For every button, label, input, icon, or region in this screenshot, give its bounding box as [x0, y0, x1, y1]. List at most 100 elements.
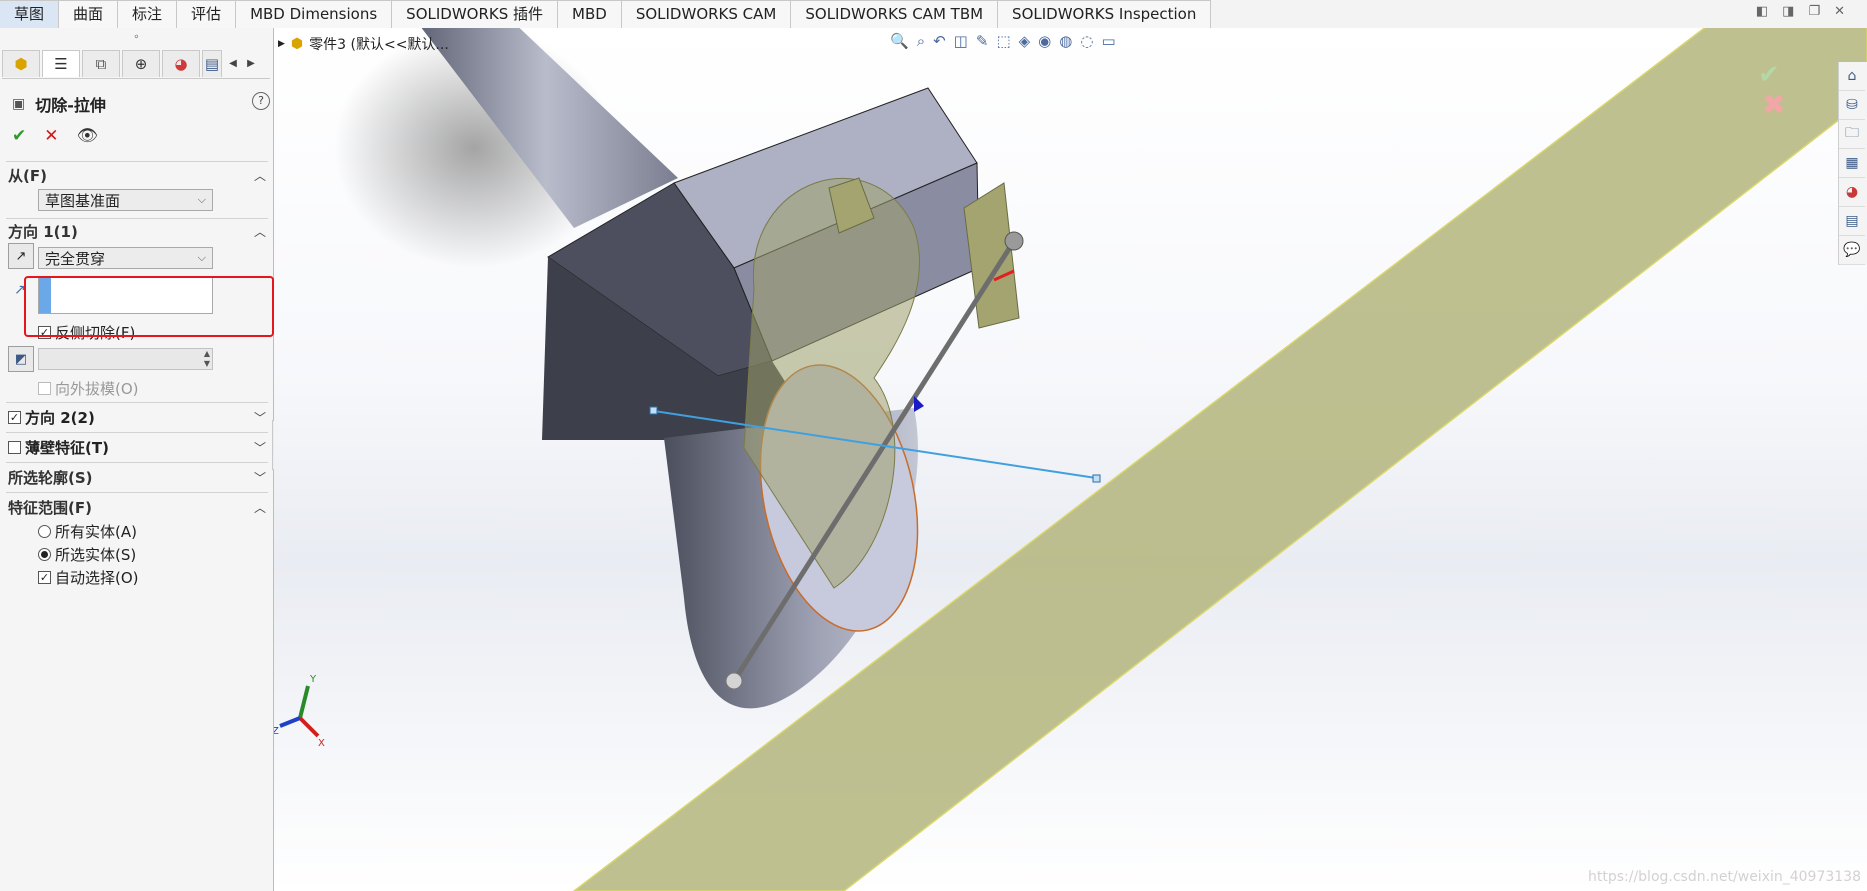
more-tab[interactable]: ▤ [202, 50, 222, 77]
tab-1[interactable]: 曲面 [59, 0, 119, 28]
display-manager-tab[interactable]: ◕ [162, 50, 200, 77]
separator [6, 462, 268, 463]
tab-6[interactable]: MBD [558, 0, 622, 28]
model-graphics [334, 28, 1867, 891]
direction2-checkbox[interactable]: ✓ [8, 410, 21, 424]
tab-5[interactable]: SOLIDWORKS 插件 [392, 0, 559, 28]
all-bodies-option[interactable]: 所有实体(A) [38, 521, 137, 542]
custom-properties-icon[interactable]: ▤ [1839, 207, 1865, 236]
ok-button[interactable]: ✔ [12, 126, 26, 146]
draft-outward-checkbox [38, 382, 51, 395]
apply-scene-icon[interactable]: ◌ [1080, 32, 1093, 50]
tab-2[interactable]: 标注 [118, 0, 178, 28]
tile-right-icon[interactable]: ◨ [1782, 4, 1794, 19]
sketch-endpoint-1[interactable] [649, 406, 658, 415]
zoom-to-fit-icon[interactable]: 🔍 [890, 32, 909, 50]
separator [6, 432, 268, 433]
tab-scroll-right-icon[interactable]: ▶ [242, 50, 260, 76]
design-library-icon[interactable]: ⛁ [1839, 91, 1865, 120]
sketch-endpoint-2[interactable] [1092, 474, 1101, 483]
selected-bodies-option[interactable]: 所选实体(S) [38, 544, 136, 565]
chevron-down-icon: ⌵ [197, 193, 206, 206]
configuration-manager-tab[interactable]: ⧉ [82, 50, 120, 77]
appearances-icon[interactable]: ◕ [1839, 178, 1865, 207]
forum-icon[interactable]: 💬 [1839, 236, 1865, 265]
preview-eye-icon[interactable]: 👁 [77, 126, 99, 146]
dimxpert-tab[interactable]: ⊕ [122, 50, 160, 77]
tile-left-icon[interactable]: ◧ [1756, 4, 1768, 19]
selected-contours-section-header[interactable]: 所选轮廓(S) ﹀ [8, 466, 266, 488]
axis-handle[interactable] [1004, 231, 1024, 251]
expand-arrow-icon[interactable]: ▶ [278, 39, 285, 49]
thin-feature-checkbox[interactable] [8, 440, 21, 454]
hide-show-items-icon[interactable]: ◉ [1038, 32, 1051, 50]
view-orientation-icon[interactable]: ⬚ [996, 32, 1010, 50]
separator [6, 402, 268, 403]
auto-select-option[interactable]: ✓ 自动选择(O) [38, 567, 139, 588]
from-section-header[interactable]: 从(F) ︿ [8, 164, 266, 186]
axis-end-point [725, 672, 743, 690]
previous-view-icon[interactable]: ↶ [933, 32, 946, 50]
direction1-section-header[interactable]: 方向 1(1) ︿ [8, 220, 266, 242]
zoom-to-area-icon[interactable]: ⌕ [917, 32, 925, 50]
tabs-row: 草图 曲面 标注 评估 MBD Dimensions SOLIDWORKS 插件 MBD SO… [0, 0, 1867, 29]
tab-3[interactable]: 评估 [177, 0, 237, 28]
separator [6, 218, 268, 219]
triad-z-axis [279, 716, 301, 728]
tab-4[interactable]: MBD Dimensions [236, 0, 393, 28]
auto-select-checkbox[interactable]: ✓ [38, 571, 51, 584]
reverse-direction-button[interactable]: ↗ [8, 243, 34, 269]
home-icon[interactable]: ⌂ [1839, 62, 1865, 91]
action-buttons: ✔ ✕ 👁 [12, 126, 98, 146]
edit-appearance-icon[interactable]: ◍ [1059, 32, 1072, 50]
confirm-cancel-icon[interactable]: ✖ [1762, 88, 1785, 121]
feature-title-row: ▣ 切除-拉伸 ? [12, 92, 270, 116]
triad-x-label: X [318, 738, 325, 748]
tab-7[interactable]: SOLIDWORKS CAM [621, 0, 792, 28]
view-palette-icon[interactable]: ▦ [1839, 149, 1865, 178]
part-name-label: 零件3 (默认<<默认... [309, 37, 449, 53]
tab-9[interactable]: SOLIDWORKS Inspection [998, 0, 1212, 28]
direction2-section-header[interactable]: ✓ 方向 2(2) ﹀ [8, 406, 266, 428]
watermark-text: https://blog.csdn.net/weixin_40973138 [1587, 869, 1861, 885]
chevron-down-icon: ﹀ [253, 440, 266, 455]
chevron-up-icon: ︿ [253, 224, 266, 239]
part-icon: ⬢ [290, 36, 304, 52]
feature-tree-breadcrumb[interactable]: ▶ ⬢ 零件3 (默认<<默认... [278, 34, 449, 54]
task-pane-dock: ⌂ ⛁ 🗀 ▦ ◕ ▤ 💬 [1838, 62, 1867, 265]
file-explorer-icon[interactable]: 🗀 [1839, 120, 1865, 149]
graphics-viewport[interactable]: Y X Z [274, 28, 1867, 891]
thin-feature-section-header[interactable]: 薄壁特征(T) ﹀ [8, 436, 266, 458]
spinner-icon[interactable]: ▲ ▼ [204, 349, 210, 369]
draft-angle-input[interactable]: ▲ ▼ [38, 348, 213, 370]
from-select[interactable]: 草图基准面 ⌵ [38, 189, 213, 211]
tab-scroll-left-icon[interactable]: ◀ [224, 50, 242, 76]
draft-outward-label: 向外拔模(O) [55, 380, 139, 398]
cancel-button[interactable]: ✕ [44, 126, 58, 146]
triad-x-axis [298, 716, 320, 738]
panel-grip-icon[interactable]: ⚬ [0, 28, 273, 48]
separator [6, 492, 268, 493]
tab-0[interactable]: 草图 [0, 0, 60, 29]
confirm-ok-icon[interactable]: ✔ [1758, 60, 1780, 90]
view-settings-icon[interactable]: ▭ [1101, 32, 1115, 50]
panel-tabs: ⬢ ☰ ⧉ ⊕ ◕ ▤ ◀ ▶ [2, 50, 270, 79]
annotation-highlight-box [24, 276, 274, 337]
close-icon[interactable]: ✕ [1834, 4, 1845, 19]
feature-manager-tab[interactable]: ⬢ [2, 50, 40, 77]
direction2-header-label: 方向 2(2) [25, 408, 95, 427]
restore-icon[interactable]: ❐ [1808, 4, 1820, 19]
dynamic-annotation-icon[interactable]: ✎ [976, 32, 989, 50]
chevron-down-icon: ﹀ [253, 410, 266, 425]
all-bodies-radio[interactable] [38, 525, 51, 538]
feature-scope-section-header[interactable]: 特征范围(F) ︿ [8, 496, 266, 518]
heads-up-view-toolbar: 🔍 ⌕ ↶ ◫ ✎ ⬚ ◈ ◉ ◍ ◌ ▭ [890, 32, 1116, 50]
tab-8[interactable]: SOLIDWORKS CAM TBM [791, 0, 999, 28]
end-condition-select[interactable]: 完全贯穿 ⌵ [38, 247, 213, 269]
selected-bodies-radio[interactable] [38, 548, 51, 561]
help-icon[interactable]: ? [252, 92, 270, 110]
property-manager-tab[interactable]: ☰ [42, 50, 80, 77]
display-style-icon[interactable]: ◈ [1019, 32, 1031, 50]
section-view-icon[interactable]: ◫ [954, 32, 968, 50]
draft-toggle-button[interactable]: ◩ [8, 346, 34, 372]
